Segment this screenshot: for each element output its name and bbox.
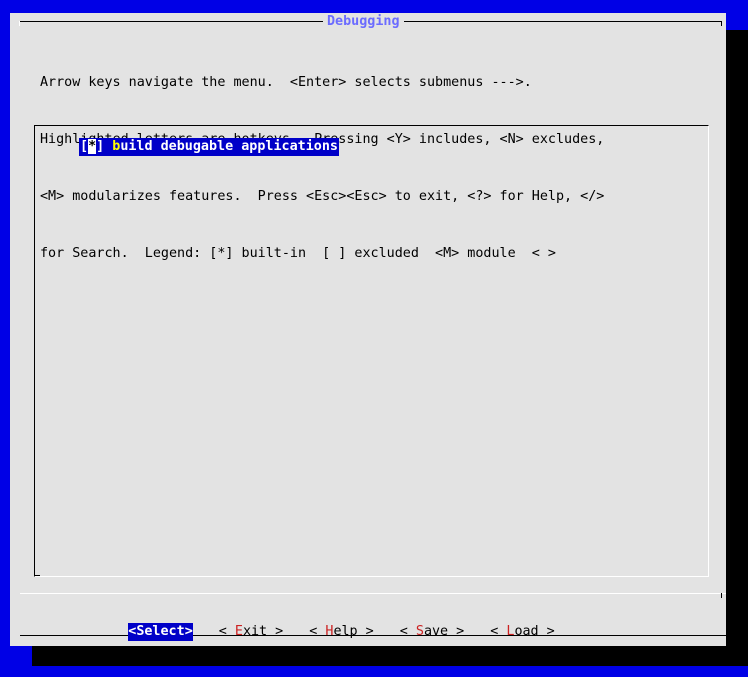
save-button[interactable]: < Save > xyxy=(400,623,465,641)
button-bracket: < xyxy=(218,624,235,639)
dialog-frame-right xyxy=(721,21,722,26)
button-label: ave > xyxy=(423,624,465,639)
item-bracket-open: [ xyxy=(80,139,89,154)
button-label: Select xyxy=(136,624,185,639)
help-line: Arrow keys navigate the menu. <Enter> se… xyxy=(40,75,532,90)
menu-list: [*] build debugable applications xyxy=(34,125,709,577)
load-button[interactable]: < Load > xyxy=(490,623,555,641)
menu-item-build-debugable-applications[interactable]: [*] build debugable applications xyxy=(79,138,339,156)
button-bracket: > xyxy=(184,624,193,639)
button-hotkey: S xyxy=(415,624,424,639)
button-label: elp > xyxy=(333,624,374,639)
menuconfig-dialog: Debugging Arrow keys navigate the menu. … xyxy=(10,13,726,646)
select-button[interactable]: <Select> xyxy=(128,623,193,641)
item-label: uild debugable applications xyxy=(120,139,338,154)
item-bracket-close: ] xyxy=(96,139,113,154)
dialog-shadow xyxy=(32,646,748,666)
help-button[interactable]: < Help > xyxy=(309,623,374,641)
button-hotkey: E xyxy=(234,624,243,639)
button-bracket: < xyxy=(399,624,416,639)
button-bracket: < xyxy=(309,624,326,639)
exit-button[interactable]: < Exit > xyxy=(219,623,284,641)
button-bracket: < xyxy=(490,624,507,639)
menu-list-corner xyxy=(34,575,40,576)
button-label: xit > xyxy=(242,624,284,639)
dialog-frame-left xyxy=(19,21,20,26)
button-bar-divider-top xyxy=(20,593,726,594)
dialog-title: Debugging xyxy=(323,13,404,31)
checkbox-mark[interactable]: * xyxy=(88,139,97,154)
button-bar: <Select> < Exit > < Help > < Save > < Load > xyxy=(96,605,581,641)
button-label: oad > xyxy=(514,624,555,639)
button-bar-tick xyxy=(721,593,722,598)
